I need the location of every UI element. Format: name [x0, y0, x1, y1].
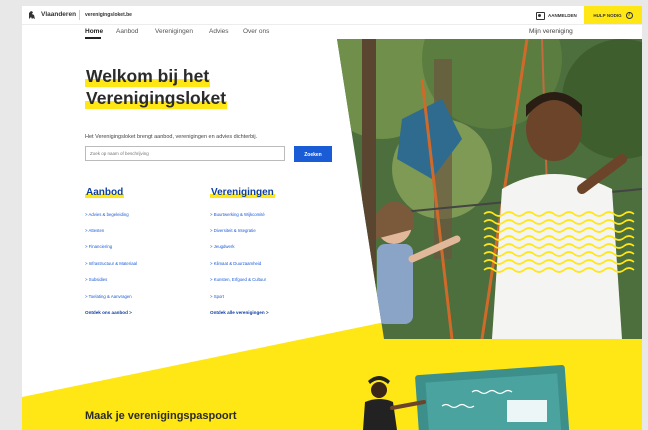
divider	[79, 10, 80, 20]
passport-heading: Maak je verenigingspaspoort	[85, 410, 237, 422]
verenigingen-heading: Verenigingen	[210, 187, 275, 198]
nav-item-advies[interactable]: Advies	[209, 28, 229, 35]
aanbod-more-link[interactable]: Ontdek ons aanbod >	[85, 310, 132, 315]
verenigingen-link[interactable]: > Sport	[210, 294, 224, 299]
login-button[interactable]: AANMELDEN	[536, 10, 577, 21]
verenigingen-link[interactable]: > Diversiteit & Integratie	[210, 228, 256, 233]
passport-illustration	[363, 365, 570, 430]
nav-item-aanbod[interactable]: Aanbod	[116, 28, 138, 35]
hero-intro: Het Verenigingsloket brengt aanbod, vere…	[85, 134, 258, 140]
brand-name[interactable]: Vlaanderen	[41, 11, 76, 18]
verenigingen-link[interactable]: > Buurtwerking & Wijkcomité	[210, 212, 265, 217]
hero-title-line-2: Verenigingsloket	[85, 88, 228, 109]
help-button[interactable]: HULP NODIG ?	[584, 6, 642, 24]
search-button[interactable]: Zoeken	[294, 146, 332, 162]
verenigingen-link[interactable]: > Kunsten, Erfgoed & Cultuur	[210, 277, 266, 282]
aanbod-link[interactable]: > Advies & begeleiding	[85, 212, 129, 217]
hero: Welkom bij het Verenigingsloket Het Vere…	[22, 39, 642, 339]
search-input[interactable]	[85, 146, 285, 161]
login-label: AANMELDEN	[548, 13, 577, 18]
my-association-link[interactable]: Mijn vereniging	[529, 28, 573, 35]
nav-item-home[interactable]: Home	[85, 28, 103, 35]
nav-item-over-ons[interactable]: Over ons	[243, 28, 269, 35]
aanbod-link[interactable]: > Infrastructuur & Materiaal	[85, 261, 137, 266]
main-nav: Home Aanbod Verenigingen Advies Over ons…	[22, 25, 642, 39]
nav-item-verenigingen[interactable]: Verenigingen	[155, 28, 193, 35]
verenigingen-link[interactable]: > Klimaat & Duurzaamheid	[210, 261, 261, 266]
page: Vlaanderen verenigingsloket.be AANMELDEN…	[22, 6, 642, 430]
aanbod-link[interactable]: > Subsidies	[85, 277, 107, 282]
verenigingen-more-link[interactable]: Ontdek alle verenigingen >	[210, 310, 269, 315]
site-name[interactable]: verenigingsloket.be	[85, 12, 132, 18]
login-icon	[536, 11, 545, 20]
aanbod-link[interactable]: > Toelating & Aanvragen	[85, 294, 132, 299]
aanbod-link[interactable]: > Attesten	[85, 228, 104, 233]
top-bar: Vlaanderen verenigingsloket.be AANMELDEN…	[22, 6, 642, 25]
question-icon: ?	[625, 11, 633, 19]
verenigingen-link[interactable]: > Jeugdwerk	[210, 244, 234, 249]
help-label: HULP NODIG	[593, 12, 622, 18]
aanbod-heading: Aanbod	[85, 187, 125, 198]
flemish-lion-icon	[29, 11, 35, 19]
hero-title-line-1: Welkom bij het	[85, 66, 211, 87]
aanbod-link[interactable]: > Financiering	[85, 244, 112, 249]
